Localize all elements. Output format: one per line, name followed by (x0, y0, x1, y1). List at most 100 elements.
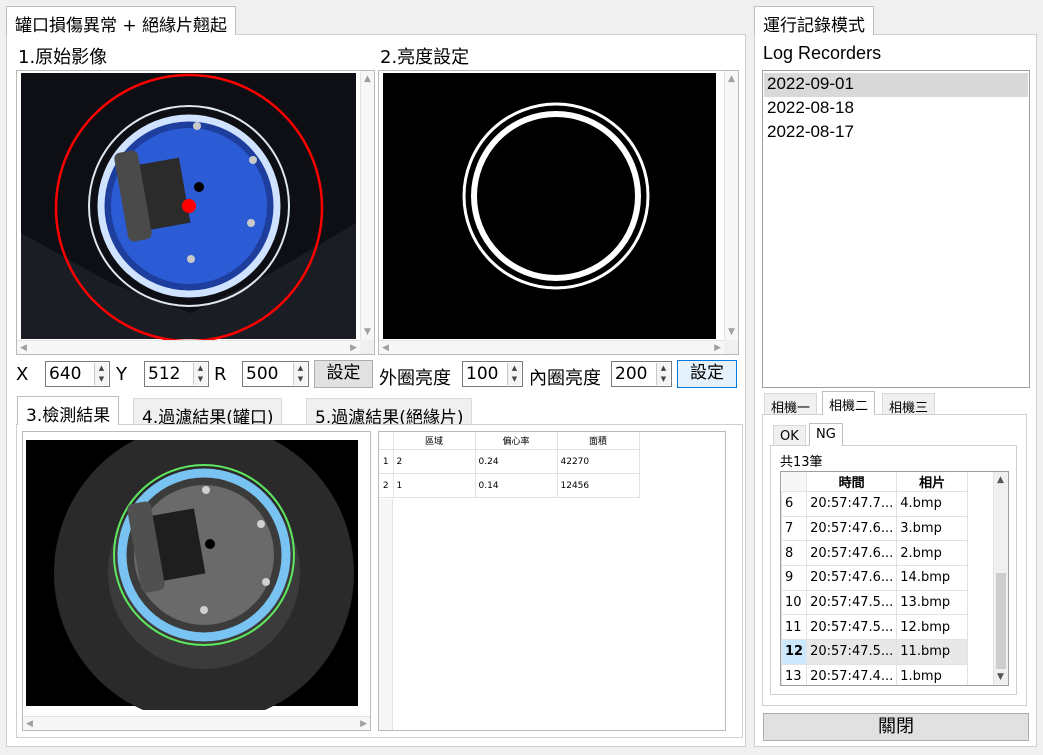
inner-brightness-value: 200 (615, 364, 648, 384)
cell-time[interactable]: 20:57:47.6... (806, 540, 898, 567)
tab-log-mode[interactable]: 運行記錄模式 (754, 6, 874, 36)
table-row[interactable]: 9 20:57:47.6... 14.bmp (781, 565, 968, 591)
scroll-up-icon[interactable]: ▲ (364, 74, 371, 84)
inner-brightness-label: 內圈亮度 (529, 368, 601, 389)
scroll-thumb[interactable] (996, 573, 1006, 669)
tab-camera-2-label: 相機二 (829, 399, 869, 414)
scroll-right-icon[interactable]: ▶ (350, 343, 357, 353)
cell-photo[interactable]: 4.bmp (896, 491, 968, 517)
cell-eccentricity[interactable]: 0.14 (474, 473, 558, 498)
tab-ok-label: OK (780, 429, 799, 444)
header-size[interactable]: 面積 (556, 432, 640, 450)
outer-brightness-spinner[interactable]: ▲ ▼ (507, 363, 521, 385)
result-image-viewer[interactable]: ◀ ▶ (22, 431, 371, 731)
cell-area[interactable]: 2 (392, 449, 476, 474)
scroll-left-icon[interactable]: ◀ (20, 343, 27, 353)
tab-ng[interactable]: NG (809, 423, 843, 446)
cell-time[interactable]: 20:57:47.6... (806, 515, 898, 542)
cell-photo[interactable]: 2.bmp (896, 540, 968, 567)
ng-header-photo[interactable]: 相片 (896, 472, 968, 492)
cell-size[interactable]: 42270 (556, 449, 640, 474)
table-row[interactable]: 2 1 0.14 12456 (379, 473, 640, 498)
ng-header-time[interactable]: 時間 (806, 472, 898, 492)
cell-area[interactable]: 1 (392, 473, 476, 498)
set-brightness-button[interactable]: 設定 (677, 360, 737, 388)
original-image-hscroll[interactable]: ◀ ▶ (17, 340, 360, 354)
ng-header-corner (781, 472, 808, 492)
cell-time[interactable]: 20:57:47.5... (806, 639, 898, 665)
cell-size[interactable]: 12456 (556, 473, 640, 498)
scroll-right-icon[interactable]: ▶ (360, 719, 367, 729)
list-item[interactable]: 2022-08-18 (764, 97, 1028, 121)
table-row[interactable]: 7 20:57:47.6... 3.bmp (781, 515, 968, 542)
inner-brightness-input[interactable]: 200 ▲ ▼ (611, 361, 672, 387)
outer-brightness-label: 外圈亮度 (379, 368, 451, 389)
brightness-image-vscroll[interactable]: ▲ ▼ (724, 71, 738, 340)
tab-main-inspection[interactable]: 罐口損傷異常 + 絕緣片翹起 (6, 6, 237, 36)
tab-ok[interactable]: OK (773, 425, 806, 447)
scroll-up-icon[interactable]: ▲ (728, 74, 735, 84)
inner-brightness-spinner[interactable]: ▲ ▼ (656, 363, 670, 385)
ng-record-grid[interactable]: 時間 相片 6 20:57:47.7... 4.bmp 7 20:57:47.6...… (780, 471, 1009, 686)
cell-time[interactable]: 20:57:47.7... (806, 491, 898, 517)
outer-brightness-input[interactable]: 100 ▲ ▼ (462, 361, 523, 387)
tab-detection-result[interactable]: 3.檢測結果 (17, 396, 120, 426)
brightness-image-hscroll[interactable]: ◀ ▶ (379, 340, 724, 354)
x-label: X (16, 364, 29, 385)
scroll-left-icon[interactable]: ◀ (382, 343, 389, 353)
result-grid[interactable]: 區域 偏心率 面積 1 2 0.24 42270 2 1 0.14 12456 (378, 431, 726, 731)
cell-photo[interactable]: 1.bmp (896, 663, 968, 685)
table-row-selected[interactable]: 12 20:57:47.5... 11.bmp (781, 639, 968, 665)
scroll-up-icon[interactable]: ▲ (997, 475, 1004, 485)
brightness-image-viewer[interactable]: ▲ ▼ ◀ ▶ (378, 70, 739, 355)
r-spinner[interactable]: ▲ ▼ (293, 363, 307, 385)
log-date-list[interactable]: 2022-09-01 2022-08-18 2022-08-17 (762, 70, 1030, 388)
table-row[interactable]: 8 20:57:47.6... 2.bmp (781, 540, 968, 567)
scroll-down-icon[interactable]: ▼ (364, 327, 371, 337)
x-input[interactable]: 640 ▲ ▼ (45, 361, 110, 387)
cell-time[interactable]: 20:57:47.6... (806, 565, 898, 591)
header-eccentricity[interactable]: 偏心率 (474, 432, 558, 450)
scroll-left-icon[interactable]: ◀ (26, 719, 33, 729)
y-spinner[interactable]: ▲ ▼ (193, 363, 207, 385)
row-number: 1 (379, 449, 394, 474)
cell-photo[interactable]: 3.bmp (896, 515, 968, 542)
close-button[interactable]: 關閉 (763, 713, 1029, 741)
table-row[interactable]: 11 20:57:47.5... 12.bmp (781, 614, 968, 641)
table-row[interactable]: 13 20:57:47.4... 1.bmp (781, 663, 968, 685)
tab-filter-insulation[interactable]: 5.過濾結果(絕緣片) (306, 398, 473, 428)
ng-record-table: 時間 相片 6 20:57:47.7... 4.bmp 7 20:57:47.6...… (781, 472, 968, 685)
header-area[interactable]: 區域 (392, 432, 476, 450)
scroll-down-icon[interactable]: ▼ (997, 672, 1004, 682)
row-number: 9 (781, 565, 808, 591)
cell-photo[interactable]: 14.bmp (896, 565, 968, 591)
cell-photo[interactable]: 12.bmp (896, 614, 968, 641)
set-xyr-button[interactable]: 設定 (314, 360, 373, 388)
list-item[interactable]: 2022-09-01 (764, 73, 1028, 97)
table-row[interactable]: 1 2 0.24 42270 (379, 449, 640, 474)
scroll-down-icon[interactable]: ▼ (728, 327, 735, 337)
cell-photo[interactable]: 13.bmp (896, 589, 968, 616)
r-input[interactable]: 500 ▲ ▼ (242, 361, 309, 387)
result-image-hscroll[interactable]: ◀ ▶ (23, 716, 370, 730)
x-value: 640 (49, 364, 82, 384)
x-spinner[interactable]: ▲ ▼ (94, 363, 108, 385)
result-image (26, 440, 358, 710)
ng-grid-vscroll[interactable]: ▲ ▼ (993, 472, 1008, 685)
cell-eccentricity[interactable]: 0.24 (474, 449, 558, 474)
cell-photo[interactable]: 11.bmp (896, 639, 968, 665)
scroll-right-icon[interactable]: ▶ (714, 343, 721, 353)
tab-camera-2[interactable]: 相機二 (822, 391, 876, 415)
original-image-viewer[interactable]: ▲ ▼ ◀ ▶ (16, 70, 375, 355)
table-row[interactable]: 6 20:57:47.7... 4.bmp (781, 491, 968, 517)
row-number: 10 (781, 589, 808, 616)
cell-time[interactable]: 20:57:47.4... (806, 663, 898, 685)
result-table-header: 區域 偏心率 面積 (379, 432, 640, 450)
tab-filter-can-mouth[interactable]: 4.過濾結果(罐口) (133, 398, 283, 428)
cell-time[interactable]: 20:57:47.5... (806, 614, 898, 641)
original-image-vscroll[interactable]: ▲ ▼ (360, 71, 374, 340)
table-row[interactable]: 10 20:57:47.5... 13.bmp (781, 589, 968, 616)
cell-time[interactable]: 20:57:47.5... (806, 589, 898, 616)
list-item[interactable]: 2022-08-17 (764, 121, 1028, 145)
y-input[interactable]: 512 ▲ ▼ (144, 361, 209, 387)
